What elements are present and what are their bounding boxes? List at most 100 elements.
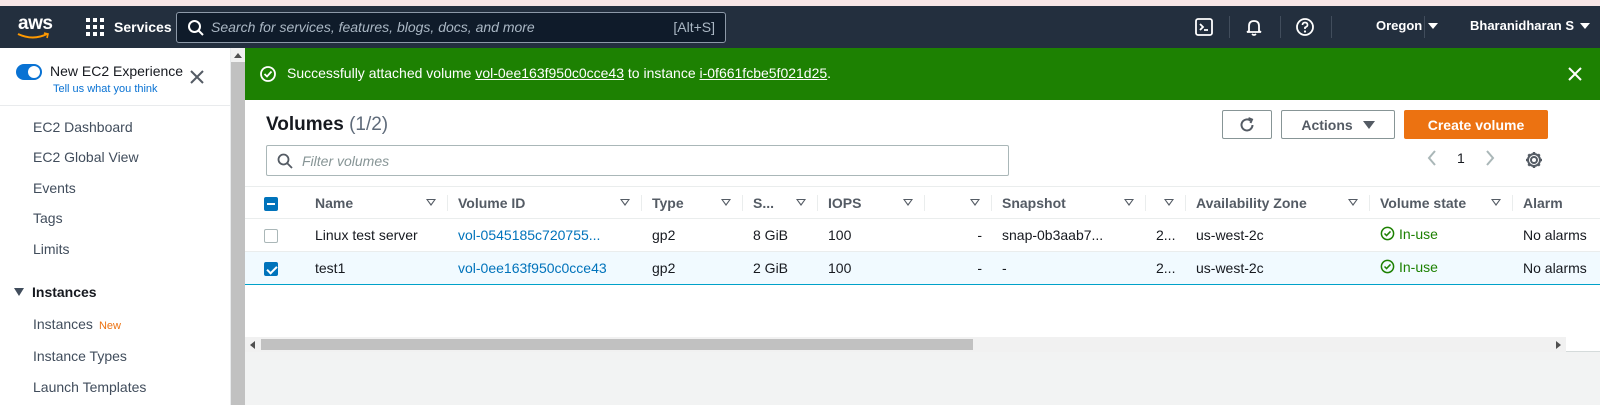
filter-volumes-input[interactable]: Filter volumes bbox=[266, 145, 1009, 176]
table-row[interactable]: Linux test server vol-0545185c720755... … bbox=[245, 218, 1600, 252]
sidebar-item-instance-types[interactable]: Instance Types bbox=[33, 348, 127, 364]
help-icon[interactable] bbox=[1295, 17, 1315, 37]
topbar-divider bbox=[1280, 16, 1281, 38]
scroll-up-arrow[interactable] bbox=[234, 53, 242, 58]
page-number[interactable]: 1 bbox=[1457, 150, 1465, 166]
sort-icon bbox=[970, 199, 980, 206]
account-menu[interactable]: Bharanidharan S bbox=[1470, 18, 1591, 33]
success-check-icon bbox=[260, 66, 276, 82]
cell-iops: 100 bbox=[818, 251, 925, 285]
aws-logo[interactable]: aws bbox=[14, 13, 56, 42]
create-volume-button[interactable]: Create volume bbox=[1404, 110, 1548, 139]
cloudshell-icon[interactable] bbox=[1194, 17, 1214, 37]
region-label: Oregon bbox=[1376, 18, 1423, 33]
scrollbar-thumb[interactable] bbox=[231, 62, 245, 405]
select-all-header bbox=[245, 186, 305, 219]
volumes-table-panel: Volumes (1/2) Actions Create volume Filt… bbox=[245, 100, 1600, 352]
column-header-availability-zone[interactable]: Availability Zone bbox=[1186, 186, 1370, 219]
services-label: Services bbox=[114, 19, 172, 35]
volume-link[interactable]: vol-0ee163f950c0cce43 bbox=[475, 65, 624, 81]
column-header-size[interactable]: S... bbox=[743, 186, 818, 219]
cell-size: 8 GiB bbox=[743, 218, 818, 252]
topbar-divider bbox=[1229, 16, 1230, 38]
column-header-alarm[interactable]: Alarm bbox=[1513, 186, 1600, 219]
table-row[interactable]: test1 vol-0ee163f950c0cce43 gp2 2 GiB 10… bbox=[245, 251, 1600, 285]
column-header-type[interactable]: Type bbox=[642, 186, 743, 219]
scroll-right-arrow[interactable] bbox=[1556, 341, 1561, 349]
sidebar-item-tags[interactable]: Tags bbox=[33, 210, 63, 226]
cell-iops: 100 bbox=[818, 218, 925, 252]
sort-icon bbox=[721, 199, 731, 206]
cell-availability-zone: us-west-2c bbox=[1186, 218, 1370, 252]
feedback-link[interactable]: Tell us what you think bbox=[53, 83, 158, 95]
new-experience-panel: New EC2 Experience Tell us what you thin… bbox=[0, 48, 231, 106]
column-header-created[interactable] bbox=[1146, 186, 1186, 219]
region-selector[interactable]: Oregon bbox=[1376, 18, 1439, 33]
caret-down-icon bbox=[1428, 22, 1439, 29]
sidebar-item-limits[interactable]: Limits bbox=[33, 241, 70, 257]
success-check-icon bbox=[1380, 259, 1395, 274]
cell-snapshot: snap-0b3aab7... bbox=[992, 218, 1146, 252]
column-header-throughput[interactable] bbox=[925, 186, 992, 219]
page-title: Volumes (1/2) bbox=[266, 114, 389, 135]
row-checkbox[interactable] bbox=[264, 229, 278, 244]
search-icon bbox=[277, 153, 293, 169]
selection-count: (1/2) bbox=[349, 114, 389, 135]
chevron-right-icon[interactable] bbox=[1485, 150, 1495, 166]
caret-down-icon bbox=[1362, 120, 1375, 129]
bell-icon[interactable] bbox=[1244, 17, 1264, 37]
cell-created: 2... bbox=[1146, 251, 1186, 285]
user-name: Bharanidharan S bbox=[1470, 18, 1575, 33]
column-header-snapshot[interactable]: Snapshot bbox=[992, 186, 1146, 219]
cell-snapshot: - bbox=[992, 251, 1146, 285]
services-menu-button[interactable]: Services bbox=[86, 16, 172, 38]
sidebar-item-launch-templates[interactable]: Launch Templates bbox=[33, 379, 146, 395]
sidebar-item-events[interactable]: Events bbox=[33, 180, 76, 196]
sort-icon bbox=[1164, 199, 1174, 206]
row-checkbox[interactable] bbox=[264, 262, 278, 277]
gear-icon[interactable] bbox=[1524, 150, 1544, 170]
sort-icon bbox=[796, 199, 806, 206]
close-icon[interactable] bbox=[1568, 67, 1582, 81]
sort-icon bbox=[1124, 199, 1134, 206]
success-flash-message: Successfully attached volume vol-0ee163f… bbox=[245, 48, 1600, 100]
cell-type: gp2 bbox=[642, 251, 743, 285]
table-header-row: Name Volume ID Type S... IOPS Snapshot A… bbox=[245, 186, 1600, 219]
scroll-left-arrow[interactable] bbox=[250, 341, 255, 349]
table-horizontal-scrollbar[interactable] bbox=[245, 337, 1566, 352]
sidebar-section-instances[interactable]: Instances bbox=[14, 284, 97, 300]
search-shortcut: [Alt+S] bbox=[673, 19, 715, 35]
sort-icon bbox=[426, 199, 436, 206]
volumes-table: Name Volume ID Type S... IOPS Snapshot A… bbox=[245, 186, 1600, 285]
new-experience-toggle[interactable] bbox=[16, 64, 42, 80]
scrollbar-thumb[interactable] bbox=[261, 339, 973, 350]
search-icon bbox=[188, 20, 204, 36]
global-search-input[interactable]: Search for services, features, blogs, do… bbox=[176, 12, 726, 43]
instance-link[interactable]: i-0f661fcbe5f021d25 bbox=[700, 65, 828, 81]
main-content: Successfully attached volume vol-0ee163f… bbox=[245, 48, 1600, 405]
column-header-iops[interactable]: IOPS bbox=[818, 186, 925, 219]
sidebar-scrollbar[interactable] bbox=[231, 48, 245, 405]
actions-dropdown-button[interactable]: Actions bbox=[1281, 110, 1395, 139]
sidebar-item-instances[interactable]: Instances New bbox=[33, 316, 121, 332]
chevron-left-icon[interactable] bbox=[1427, 150, 1437, 166]
cell-name: test1 bbox=[305, 251, 448, 285]
select-all-checkbox[interactable] bbox=[264, 196, 278, 211]
close-icon[interactable] bbox=[190, 70, 204, 84]
volume-id-link[interactable]: vol-0545185c720755... bbox=[458, 227, 600, 243]
sort-icon bbox=[620, 199, 630, 206]
cell-throughput: - bbox=[925, 218, 992, 252]
cell-type: gp2 bbox=[642, 218, 743, 252]
top-navigation-bar: aws Services Search for services, featur… bbox=[0, 6, 1600, 48]
sort-icon bbox=[1491, 199, 1501, 206]
caret-down-icon bbox=[14, 288, 24, 296]
cell-name: Linux test server bbox=[305, 218, 448, 252]
column-header-name[interactable]: Name bbox=[305, 186, 448, 219]
column-header-volume-id[interactable]: Volume ID bbox=[448, 186, 642, 219]
volume-id-link[interactable]: vol-0ee163f950c0cce43 bbox=[458, 260, 607, 276]
topbar-divider bbox=[1331, 16, 1332, 38]
sidebar-item-ec2-global-view[interactable]: EC2 Global View bbox=[33, 149, 139, 165]
refresh-button[interactable] bbox=[1222, 110, 1272, 139]
column-header-volume-state[interactable]: Volume state bbox=[1370, 186, 1513, 219]
sidebar-item-ec2-dashboard[interactable]: EC2 Dashboard bbox=[33, 119, 133, 135]
